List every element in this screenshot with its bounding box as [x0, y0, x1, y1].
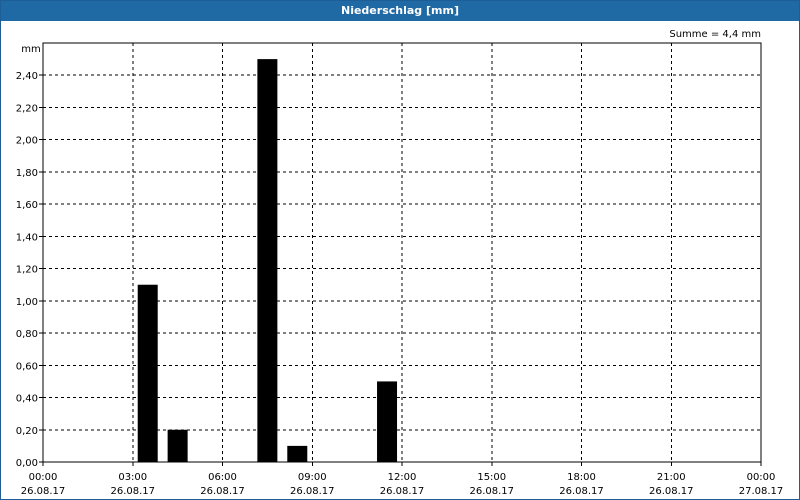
y-tick-label: 1,00	[16, 297, 38, 308]
bar	[167, 429, 188, 462]
y-tick-labels: 0,00 0,20 0,40 0,60 0,80 1,00 1,20 1,40 1,60 1,80…	[16, 71, 43, 469]
x-tick-date: 26.08.17	[21, 486, 66, 497]
x-tick-date: 26.08.17	[380, 486, 425, 497]
y-tick-label: 0,00	[16, 458, 38, 469]
chart-window: Niederschlag [mm] 0,00 0,20 0,40 0,60 0,80 1,…	[0, 0, 800, 500]
x-tick-time: 09:00	[298, 472, 327, 483]
bar	[377, 381, 398, 462]
y-tick-label: 2,40	[16, 71, 38, 82]
x-tick-date: 27.08.17	[739, 486, 784, 497]
x-tick-time: 21:00	[657, 472, 686, 483]
y-tick-label: 1,80	[16, 168, 38, 179]
x-tick-time: 12:00	[388, 472, 417, 483]
x-tick-date: 26.08.17	[200, 486, 245, 497]
y-axis-label: mm	[21, 44, 40, 55]
y-tick-label: 0,40	[16, 394, 38, 405]
x-tick-date: 26.08.17	[469, 486, 514, 497]
x-tick-date: 26.08.17	[649, 486, 694, 497]
x-tick-date: 26.08.17	[290, 486, 335, 497]
y-tick-label: 1,40	[16, 232, 38, 243]
x-tick-time: 18:00	[567, 472, 596, 483]
x-tick-time: 06:00	[208, 472, 237, 483]
bar	[287, 445, 308, 462]
y-tick-label: 1,20	[16, 265, 38, 276]
y-tick-label: 0,60	[16, 361, 38, 372]
bar	[137, 284, 158, 462]
y-tick-label: 2,00	[16, 136, 38, 147]
y-tick-label: 2,20	[16, 103, 38, 114]
x-tick-time: 00:00	[747, 472, 776, 483]
sum-annotation: Summe = 4,4 mm	[669, 29, 761, 40]
y-tick-label: 0,20	[16, 426, 38, 437]
bar	[257, 59, 278, 462]
x-tick-date: 26.08.17	[110, 486, 155, 497]
y-tick-label: 1,60	[16, 200, 38, 211]
x-tick-time: 00:00	[29, 472, 58, 483]
x-tick-time: 15:00	[477, 472, 506, 483]
x-tick-labels: 00:00 26.08.17 03:00 26.08.17 06:00 26.08.17 0…	[21, 462, 784, 497]
y-tick-label: 0,80	[16, 329, 38, 340]
bars	[137, 59, 398, 462]
x-tick-date: 26.08.17	[559, 486, 604, 497]
x-tick-time: 03:00	[118, 472, 147, 483]
precipitation-chart: 0,00 0,20 0,40 0,60 0,80 1,00 1,20 1,40 1,60 1,80…	[16, 29, 784, 497]
